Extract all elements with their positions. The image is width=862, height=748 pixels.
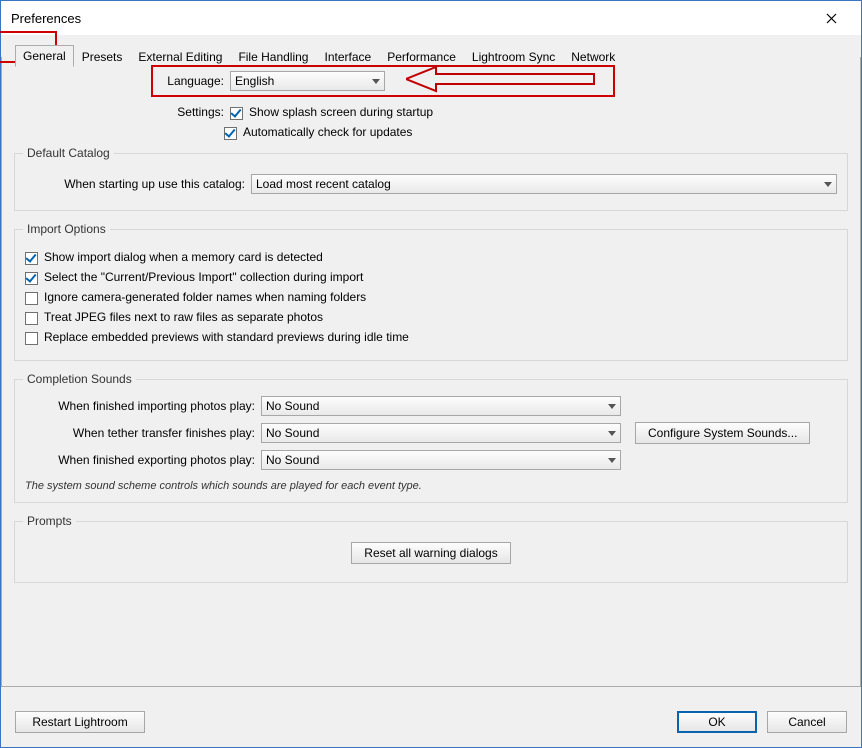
sound-note: The system sound scheme controls which s…: [25, 480, 837, 492]
group-import-options: Import Options Show import dialog when a…: [14, 229, 848, 361]
sound-select-import[interactable]: No Sound: [261, 396, 621, 416]
updates-checkbox[interactable]: [224, 127, 237, 140]
import-label: Treat JPEG files next to raw files as se…: [44, 310, 323, 324]
chevron-down-icon: [372, 79, 380, 84]
group-default-catalog: Default Catalog When starting up use thi…: [14, 153, 848, 211]
close-icon: [826, 13, 837, 24]
splash-label: Show splash screen during startup: [249, 105, 433, 119]
import-label: Ignore camera-generated folder names whe…: [44, 290, 366, 304]
sound-select-export[interactable]: No Sound: [261, 450, 621, 470]
group-prompts: Prompts Reset all warning dialogs: [14, 521, 848, 583]
title-bar: Preferences: [1, 1, 861, 35]
tab-general[interactable]: General: [15, 45, 74, 67]
sound-select-tether[interactable]: No Sound: [261, 423, 621, 443]
sound-value: No Sound: [266, 399, 319, 413]
sound-label: When finished exporting photos play:: [25, 453, 261, 467]
configure-sounds-button[interactable]: Configure System Sounds...: [635, 422, 810, 444]
ok-button[interactable]: OK: [677, 711, 757, 733]
sound-value: No Sound: [266, 453, 319, 467]
sound-row-tether: When tether transfer finishes play: No S…: [25, 422, 837, 444]
import-checkbox[interactable]: [25, 252, 38, 265]
import-option-1: Select the "Current/Previous Import" col…: [25, 270, 837, 284]
splash-checkbox[interactable]: [230, 107, 243, 120]
import-checkbox[interactable]: [25, 272, 38, 285]
default-catalog-label: When starting up use this catalog:: [25, 177, 251, 191]
sound-label: When tether transfer finishes play:: [25, 426, 261, 440]
default-catalog-row: When starting up use this catalog: Load …: [25, 174, 837, 194]
group-title: Default Catalog: [23, 146, 114, 160]
language-value: English: [235, 74, 274, 88]
window-title: Preferences: [11, 11, 81, 26]
language-select[interactable]: English: [230, 71, 385, 91]
chevron-down-icon: [824, 182, 832, 187]
restart-label: Restart Lightroom: [32, 715, 127, 729]
import-label: Select the "Current/Previous Import" col…: [44, 270, 363, 284]
import-label: Replace embedded previews with standard …: [44, 330, 409, 344]
import-option-0: Show import dialog when a memory card is…: [25, 250, 837, 264]
group-title: Import Options: [23, 222, 110, 236]
updates-label: Automatically check for updates: [243, 125, 412, 139]
group-title: Completion Sounds: [23, 372, 136, 386]
sound-row-import: When finished importing photos play: No …: [25, 396, 837, 416]
cancel-button[interactable]: Cancel: [767, 711, 847, 733]
group-completion-sounds: Completion Sounds When finished importin…: [14, 379, 848, 503]
tab-label: General: [23, 49, 66, 63]
chevron-down-icon: [608, 458, 616, 463]
sound-value: No Sound: [266, 426, 319, 440]
language-label: Language:: [14, 74, 230, 88]
import-checkbox[interactable]: [25, 292, 38, 305]
dialog-buttons: Restart Lightroom OK Cancel: [15, 711, 847, 733]
settings-label: Settings:: [14, 105, 230, 119]
default-catalog-value: Load most recent catalog: [256, 177, 391, 191]
import-checkbox[interactable]: [25, 332, 38, 345]
group-title: Prompts: [23, 514, 76, 528]
import-option-4: Replace embedded previews with standard …: [25, 330, 837, 344]
dialog-body: General Presets External Editing File Ha…: [1, 35, 861, 747]
prompts-row: Reset all warning dialogs: [25, 542, 837, 564]
sound-row-export: When finished exporting photos play: No …: [25, 450, 837, 470]
tab-panel-general: Language: English Settings: Show splash …: [1, 57, 861, 687]
reset-warnings-button[interactable]: Reset all warning dialogs: [351, 542, 510, 564]
default-catalog-select[interactable]: Load most recent catalog: [251, 174, 837, 194]
restart-button[interactable]: Restart Lightroom: [15, 711, 145, 733]
import-option-3: Treat JPEG files next to raw files as se…: [25, 310, 837, 324]
settings-row-updates: Automatically check for updates: [14, 125, 848, 139]
chevron-down-icon: [608, 431, 616, 436]
reset-warnings-label: Reset all warning dialogs: [364, 546, 497, 560]
import-checkbox[interactable]: [25, 312, 38, 325]
close-button[interactable]: [811, 1, 851, 35]
configure-sounds-label: Configure System Sounds...: [648, 426, 797, 440]
settings-row-splash: Settings: Show splash screen during star…: [14, 105, 848, 119]
ok-label: OK: [708, 715, 725, 729]
import-label: Show import dialog when a memory card is…: [44, 250, 323, 264]
import-option-2: Ignore camera-generated folder names whe…: [25, 290, 837, 304]
sound-label: When finished importing photos play:: [25, 399, 261, 413]
language-row: Language: English: [14, 71, 848, 91]
cancel-label: Cancel: [788, 715, 825, 729]
chevron-down-icon: [608, 404, 616, 409]
